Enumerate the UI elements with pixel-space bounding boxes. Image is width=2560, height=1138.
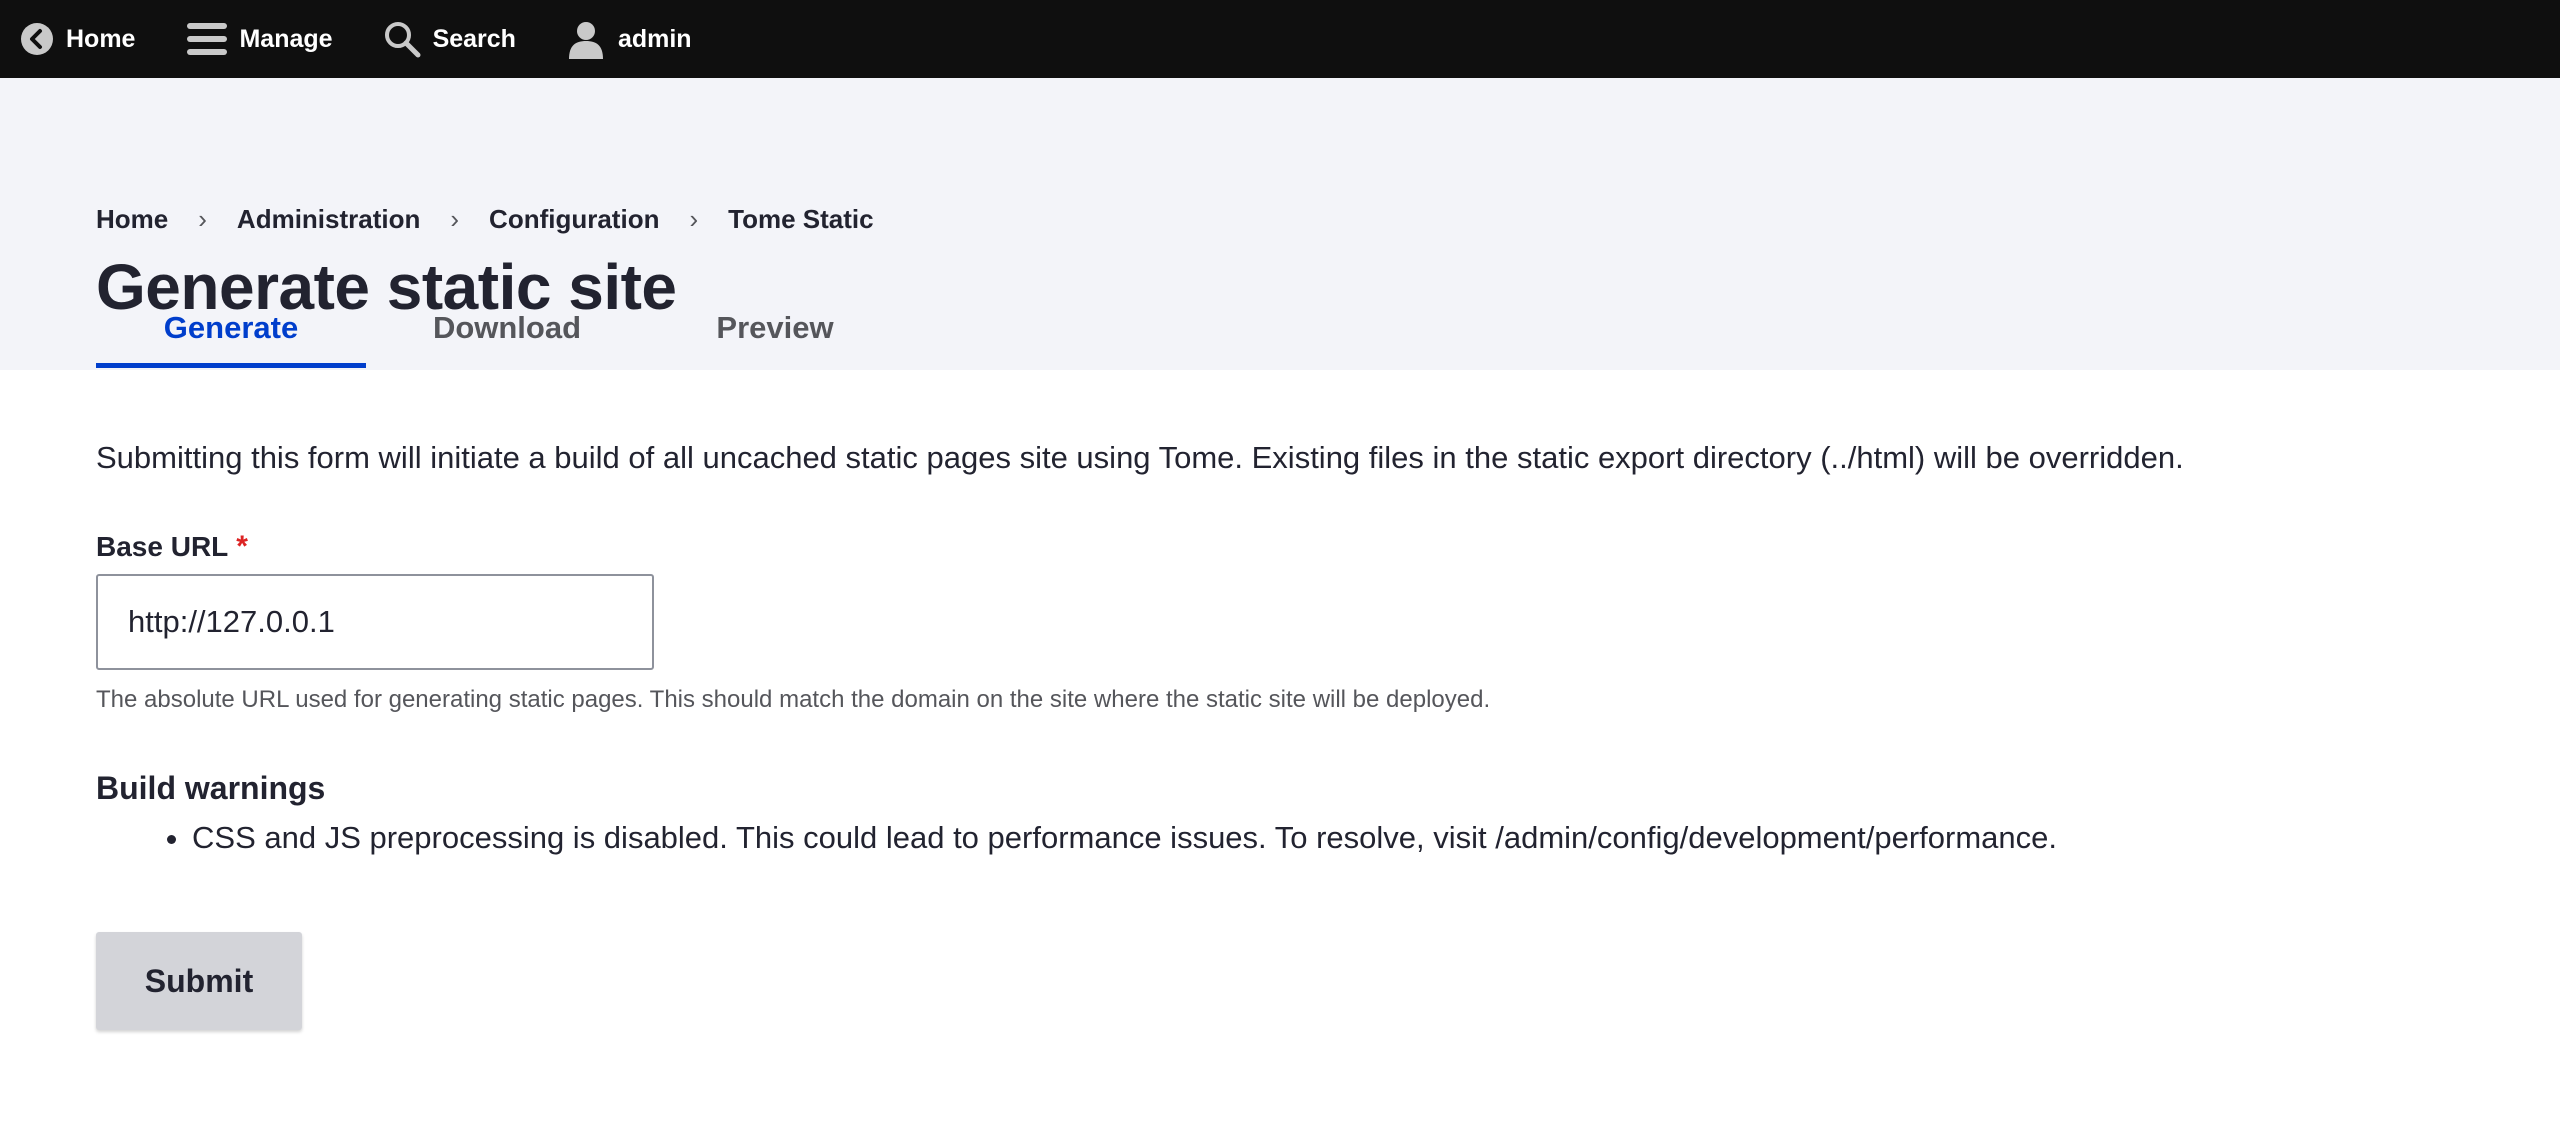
toolbar-manage-link[interactable]: Manage [187, 0, 333, 78]
build-warnings-heading: Build warnings [96, 770, 326, 806]
required-asterisk: * [236, 530, 248, 563]
toolbar-user-label: admin [617, 24, 692, 53]
search-icon [383, 20, 421, 58]
toolbar-search-link[interactable]: Search [383, 0, 516, 78]
toolbar-home-label: Home [66, 24, 136, 53]
base-url-label: Base URL * [96, 530, 248, 564]
tab-generate[interactable]: Generate [96, 288, 366, 368]
toolbar-search-label: Search [432, 24, 516, 53]
toolbar-home-link[interactable]: Home [20, 0, 135, 78]
hamburger-icon [187, 21, 228, 57]
breadcrumb-home[interactable]: Home [96, 204, 168, 235]
breadcrumb-configuration[interactable]: Configuration [489, 204, 659, 235]
form-description: Submitting this form will initiate a bui… [96, 440, 2184, 475]
toolbar-manage-label: Manage [239, 24, 333, 53]
page-header: Home › Administration › Configuration › … [0, 78, 2560, 370]
admin-toolbar: Home Manage Search admin [0, 0, 2560, 78]
toolbar-user-link[interactable]: admin [566, 0, 692, 78]
base-url-label-text: Base URL [96, 531, 229, 562]
breadcrumb-separator: › [198, 204, 207, 234]
user-icon [566, 19, 606, 59]
breadcrumb-administration[interactable]: Administration [237, 204, 420, 235]
submit-button[interactable]: Submit [96, 932, 302, 1030]
build-warnings-list: CSS and JS preprocessing is disabled. Th… [96, 820, 2057, 856]
base-url-help-text: The absolute URL used for generating sta… [96, 686, 1491, 713]
breadcrumb-separator: › [689, 204, 699, 234]
breadcrumb-separator: › [450, 204, 460, 234]
breadcrumb-tome-static[interactable]: Tome Static [728, 204, 873, 235]
breadcrumb: Home › Administration › Configuration › … [96, 204, 874, 235]
chevron-left-circle-icon [20, 22, 54, 56]
primary-tabs: Generate Download Preview [96, 288, 902, 368]
base-url-input[interactable] [96, 574, 654, 670]
tab-download[interactable]: Download [366, 288, 648, 368]
tab-preview[interactable]: Preview [648, 288, 902, 368]
build-warning-item: CSS and JS preprocessing is disabled. Th… [192, 820, 2057, 856]
